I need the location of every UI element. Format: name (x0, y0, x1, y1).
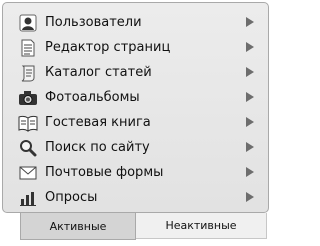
camera-icon (17, 87, 39, 109)
menu-item-label: Гостевая книга (45, 115, 151, 130)
menu-item-label: Редактор страниц (45, 40, 171, 55)
chevron-right-icon (246, 167, 254, 177)
tab-inactive[interactable]: Неактивные (136, 213, 267, 239)
users-icon (17, 12, 39, 34)
menu-item-guestbook[interactable]: Гостевая книга (9, 110, 262, 135)
menu-item-page-editor[interactable]: Редактор страниц (9, 35, 262, 60)
menu-item-label: Почтовые формы (45, 165, 164, 180)
chevron-right-icon (246, 142, 254, 152)
menu-item-label: Пользователи (45, 15, 142, 30)
menu-item-users[interactable]: Пользователи (9, 10, 262, 35)
mail-icon (17, 162, 39, 184)
menu-item-label: Каталог статей (45, 65, 152, 80)
menu-item-polls[interactable]: Опросы (9, 185, 262, 210)
tab-active[interactable]: Активные (20, 213, 136, 240)
menu-item-articles-catalog[interactable]: Каталог статей (9, 60, 262, 85)
articles-catalog-icon (17, 62, 39, 84)
chevron-right-icon (246, 92, 254, 102)
tab-bar: Активные Неактивные (20, 213, 267, 240)
chevron-right-icon (246, 192, 254, 202)
menu-item-site-search[interactable]: Поиск по сайту (9, 135, 262, 160)
menu-item-mail-forms[interactable]: Почтовые формы (9, 160, 262, 185)
menu-item-photo-albums[interactable]: Фотоальбомы (9, 85, 262, 110)
chevron-right-icon (246, 117, 254, 127)
modules-menu-panel: Пользователи Редактор страниц Каталог ст… (2, 2, 269, 213)
menu-item-label: Поиск по сайту (45, 140, 150, 155)
search-icon (17, 137, 39, 159)
chevron-right-icon (246, 42, 254, 52)
chevron-right-icon (246, 17, 254, 27)
menu-item-label: Опросы (45, 190, 98, 205)
menu-item-label: Фотоальбомы (45, 90, 140, 105)
page-editor-icon (17, 37, 39, 59)
chevron-right-icon (246, 67, 254, 77)
poll-chart-icon (17, 187, 39, 209)
guestbook-icon (17, 112, 39, 134)
